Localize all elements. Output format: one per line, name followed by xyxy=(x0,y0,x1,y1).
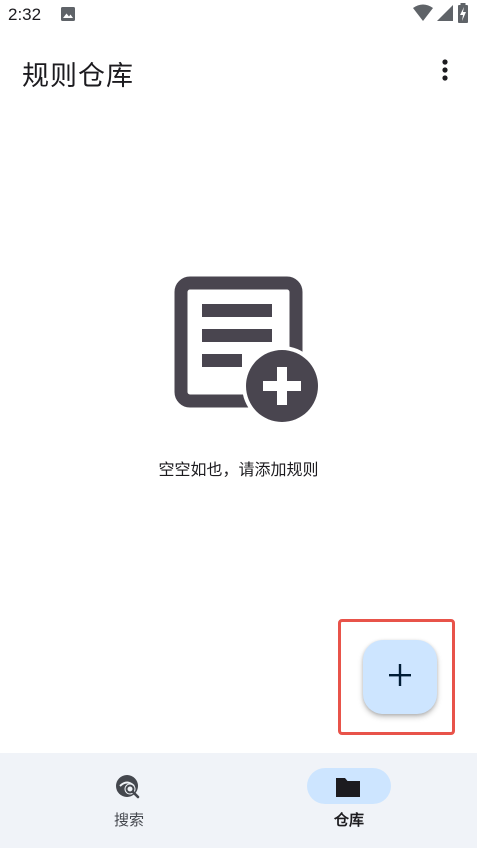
empty-state: 空空如也，请添加规则 xyxy=(0,270,477,490)
note-add-icon xyxy=(172,274,322,426)
add-icon xyxy=(389,664,411,690)
empty-message: 空空如也，请添加规则 xyxy=(158,460,319,479)
nav-label-repository: 仓库 xyxy=(333,811,364,829)
search-rules-icon xyxy=(114,773,142,801)
app-bar: 规则仓库 xyxy=(0,40,477,104)
battery-charging-icon xyxy=(457,3,469,27)
wifi-icon xyxy=(413,4,433,26)
nav-item-search[interactable]: 搜索 xyxy=(10,753,248,848)
more-vert-icon xyxy=(441,58,449,86)
page-title: 规则仓库 xyxy=(22,61,134,92)
bottom-navigation: 搜索 仓库 xyxy=(0,753,477,848)
nav-label-search: 搜索 xyxy=(113,811,144,829)
add-rule-fab[interactable] xyxy=(363,640,437,714)
status-bar: 2:32 xyxy=(0,0,477,30)
status-icons xyxy=(413,3,469,27)
screen: 2:32 规则仓库 空空如也，请添加规则 搜索 仓库 xyxy=(0,0,477,848)
more-options-button[interactable] xyxy=(427,54,463,90)
folder-icon xyxy=(334,773,362,801)
nav-item-repository[interactable]: 仓库 xyxy=(230,753,468,848)
signal-icon xyxy=(437,4,453,26)
image-icon xyxy=(60,6,76,22)
status-time: 2:32 xyxy=(8,5,42,24)
